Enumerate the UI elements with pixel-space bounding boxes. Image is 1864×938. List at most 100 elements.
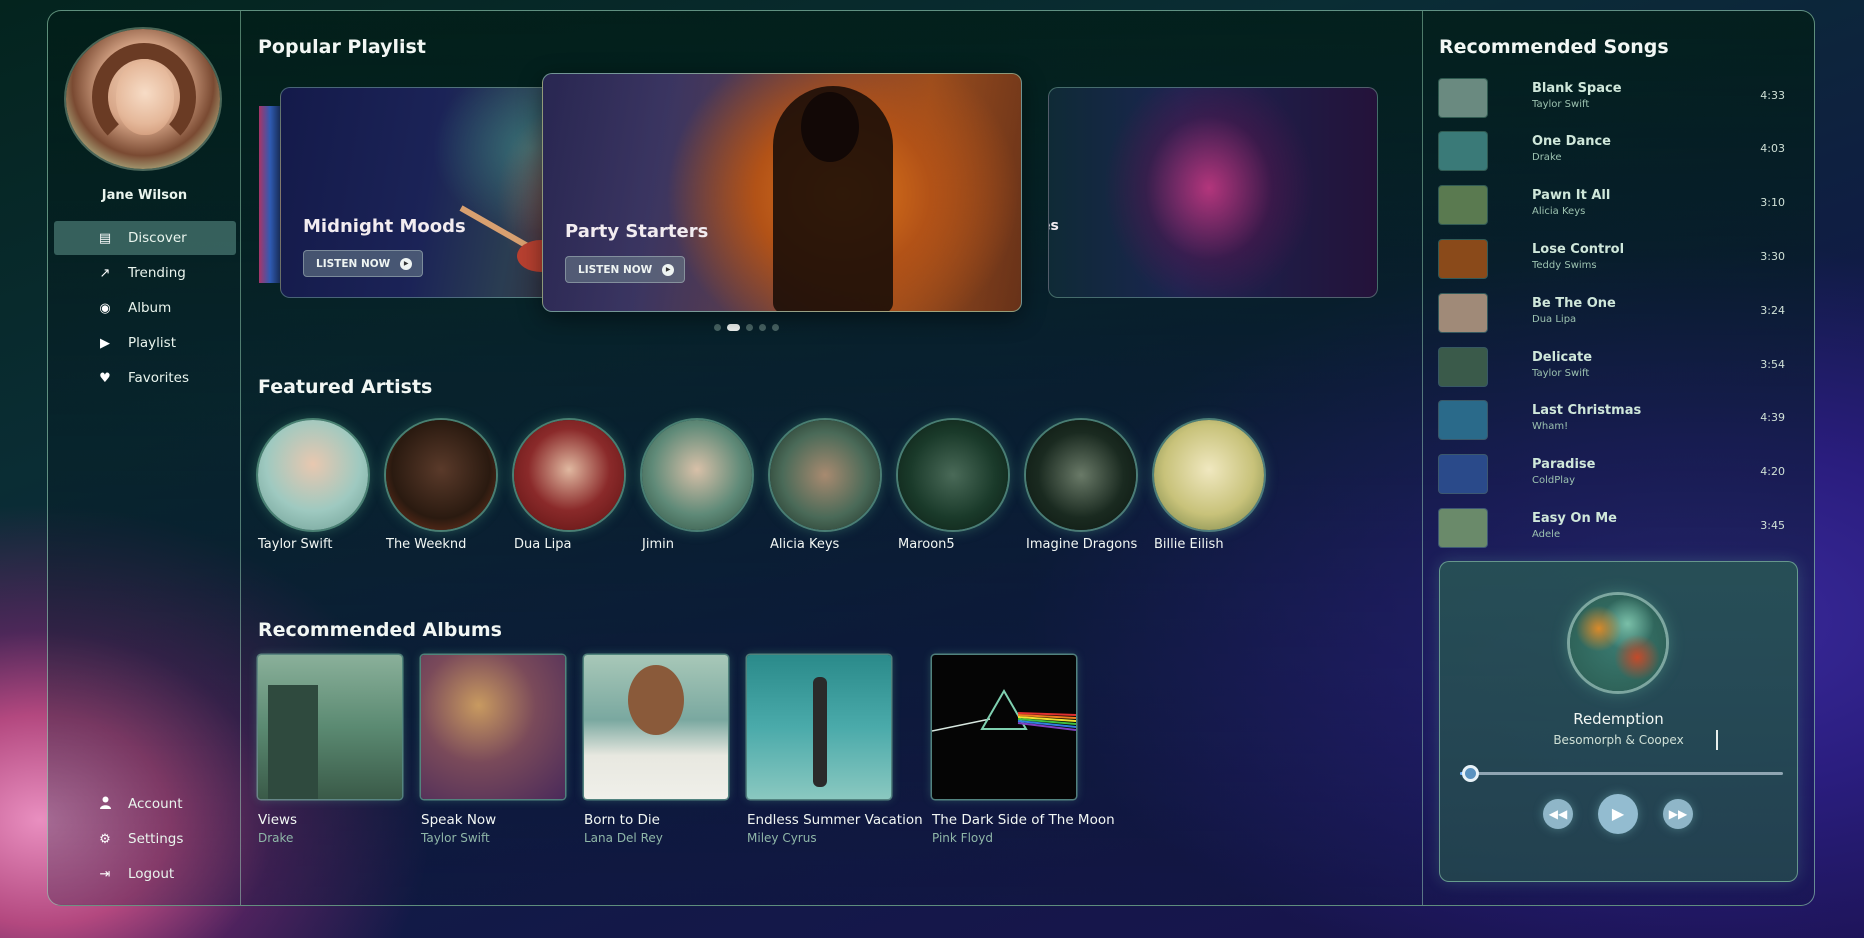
artist-card[interactable]: The Weeknd xyxy=(386,420,498,552)
map-icon: ▤ xyxy=(98,230,112,246)
album-cover xyxy=(584,655,728,799)
album-card[interactable]: Born to Die Lana Del Rey xyxy=(584,655,728,845)
play-icon: ▶ xyxy=(400,258,413,270)
prism-icon xyxy=(932,689,1076,732)
song-thumbnail xyxy=(1439,186,1487,224)
trending-icon: ↗ xyxy=(99,265,111,281)
artist-name: Alicia Keys xyxy=(770,537,840,552)
album-artist: Miley Cyrus xyxy=(747,831,817,845)
nav-item-settings[interactable]: ⚙ Settings xyxy=(54,822,236,856)
song-row[interactable]: Easy On Me Adele 3:45 xyxy=(1439,507,1799,547)
song-title: Paradise xyxy=(1532,457,1596,472)
album-card[interactable]: Views Drake xyxy=(258,655,402,845)
song-thumbnail xyxy=(1439,79,1487,117)
track-artist: Besomorph & Coopex xyxy=(1553,733,1684,747)
carousel-edge-card[interactable] xyxy=(259,106,281,283)
song-thumbnail xyxy=(1439,240,1487,278)
song-row[interactable]: Paradise ColdPlay 4:20 xyxy=(1439,453,1799,493)
album-title: Endless Summer Vacation xyxy=(747,812,923,828)
nav-label: Logout xyxy=(128,866,175,882)
carousel-dot[interactable] xyxy=(772,324,779,331)
button-label: LISTEN NOW xyxy=(578,264,653,276)
logout-icon: ⇥ xyxy=(99,866,111,882)
song-artist: ColdPlay xyxy=(1532,475,1576,486)
song-row[interactable]: Last Christmas Wham! 4:39 xyxy=(1439,399,1799,439)
fast-forward-button[interactable]: ▶▶ xyxy=(1663,799,1693,829)
nav-label: Trending xyxy=(128,265,186,281)
song-artist: Teddy Swims xyxy=(1532,260,1597,271)
heart-icon: ♥ xyxy=(99,370,111,386)
album-artist: Pink Floyd xyxy=(932,831,993,845)
album-card[interactable]: Endless Summer Vacation Miley Cyrus xyxy=(747,655,923,845)
avatar-face xyxy=(116,59,174,135)
song-artist: Wham! xyxy=(1532,421,1569,432)
sidebar: Jane Wilson ▤ Discover ↗ Trending ◉ Albu… xyxy=(48,11,241,905)
nav-item-trending[interactable]: ↗ Trending xyxy=(54,256,236,290)
artist-name: Maroon5 xyxy=(898,537,955,552)
carousel-dot-active[interactable] xyxy=(727,324,740,331)
artist-card[interactable]: Billie Eilish xyxy=(1154,420,1266,552)
song-row[interactable]: Blank Space Taylor Swift 4:33 xyxy=(1439,77,1799,117)
playlist-card-party-starters[interactable]: Party Starters LISTEN NOW ▶ xyxy=(542,73,1022,312)
portrait-shape xyxy=(628,665,684,735)
song-duration: 3:54 xyxy=(1760,358,1785,371)
nav-label: Settings xyxy=(128,831,184,847)
artist-name: Dua Lipa xyxy=(514,537,572,552)
main-nav: ▤ Discover ↗ Trending ◉ Album ▶ Playlist… xyxy=(54,221,236,396)
song-row[interactable]: One Dance Drake 4:03 xyxy=(1439,130,1799,170)
song-title: Be The One xyxy=(1532,296,1616,311)
song-row[interactable]: Be The One Dua Lipa 3:24 xyxy=(1439,292,1799,332)
song-artist: Dua Lipa xyxy=(1532,314,1577,325)
play-circle-icon: ▶ xyxy=(100,335,110,351)
nav-item-logout[interactable]: ⇥ Logout xyxy=(54,857,236,891)
song-row[interactable]: Pawn It All Alicia Keys 3:10 xyxy=(1439,184,1799,224)
artist-name: The Weeknd xyxy=(386,537,467,552)
song-duration: 3:24 xyxy=(1760,304,1785,317)
avatar[interactable] xyxy=(66,29,220,169)
carousel-dot[interactable] xyxy=(759,324,766,331)
nav-item-playlist[interactable]: ▶ Playlist xyxy=(54,326,236,360)
card-title: es xyxy=(1049,218,1059,234)
card-title: Midnight Moods xyxy=(303,216,466,237)
song-title: Lose Control xyxy=(1532,242,1625,257)
artist-name: Imagine Dragons xyxy=(1026,537,1138,552)
artist-card[interactable]: Alicia Keys xyxy=(770,420,882,552)
rewind-button[interactable]: ◀◀ xyxy=(1543,799,1573,829)
progress-bar[interactable] xyxy=(1460,765,1783,782)
album-card[interactable]: The Dark Side of The Moon Pink Floyd xyxy=(932,655,1115,845)
carousel-dot[interactable] xyxy=(714,324,721,331)
artist-card[interactable]: Jimin xyxy=(642,420,754,552)
song-thumbnail xyxy=(1439,294,1487,332)
song-row[interactable]: Lose Control Teddy Swims 3:30 xyxy=(1439,238,1799,278)
song-title: Easy On Me xyxy=(1532,511,1617,526)
artist-card[interactable]: Maroon5 xyxy=(898,420,1010,552)
nav-item-discover[interactable]: ▤ Discover xyxy=(54,221,236,255)
playlist-card-right[interactable]: es xyxy=(1048,87,1378,298)
nav-label: Album xyxy=(128,300,172,316)
nav-item-album[interactable]: ◉ Album xyxy=(54,291,236,325)
artist-photo xyxy=(898,420,1008,530)
artist-photo xyxy=(1154,420,1264,530)
carousel-dot[interactable] xyxy=(746,324,753,331)
album-title: The Dark Side of The Moon xyxy=(932,812,1115,828)
artist-photo xyxy=(642,420,752,530)
music-player: Redemption Besomorph & Coopex ◀◀ ▶ ▶▶ xyxy=(1439,561,1798,882)
song-artist: Alicia Keys xyxy=(1532,206,1586,217)
album-title: Speak Now xyxy=(421,812,497,828)
artist-card[interactable]: Taylor Swift xyxy=(258,420,370,552)
artist-photo xyxy=(514,420,624,530)
song-row[interactable]: Delicate Taylor Swift 3:54 xyxy=(1439,346,1799,386)
carousel-dots xyxy=(714,324,779,331)
nav-item-account[interactable]: Account xyxy=(54,787,236,821)
recommended-songs-title: Recommended Songs xyxy=(1439,36,1669,58)
listen-now-button[interactable]: LISTEN NOW ▶ xyxy=(303,250,424,277)
track-title: Redemption xyxy=(1573,710,1664,728)
album-card[interactable]: Speak Now Taylor Swift xyxy=(421,655,565,845)
nav-item-favorites[interactable]: ♥ Favorites xyxy=(54,361,236,395)
progress-knob[interactable] xyxy=(1461,765,1479,782)
artist-card[interactable]: Imagine Dragons xyxy=(1026,420,1138,552)
song-duration: 3:30 xyxy=(1760,250,1785,263)
listen-now-button[interactable]: LISTEN NOW ▶ xyxy=(565,256,686,283)
play-button[interactable]: ▶ xyxy=(1598,794,1638,834)
artist-card[interactable]: Dua Lipa xyxy=(514,420,626,552)
